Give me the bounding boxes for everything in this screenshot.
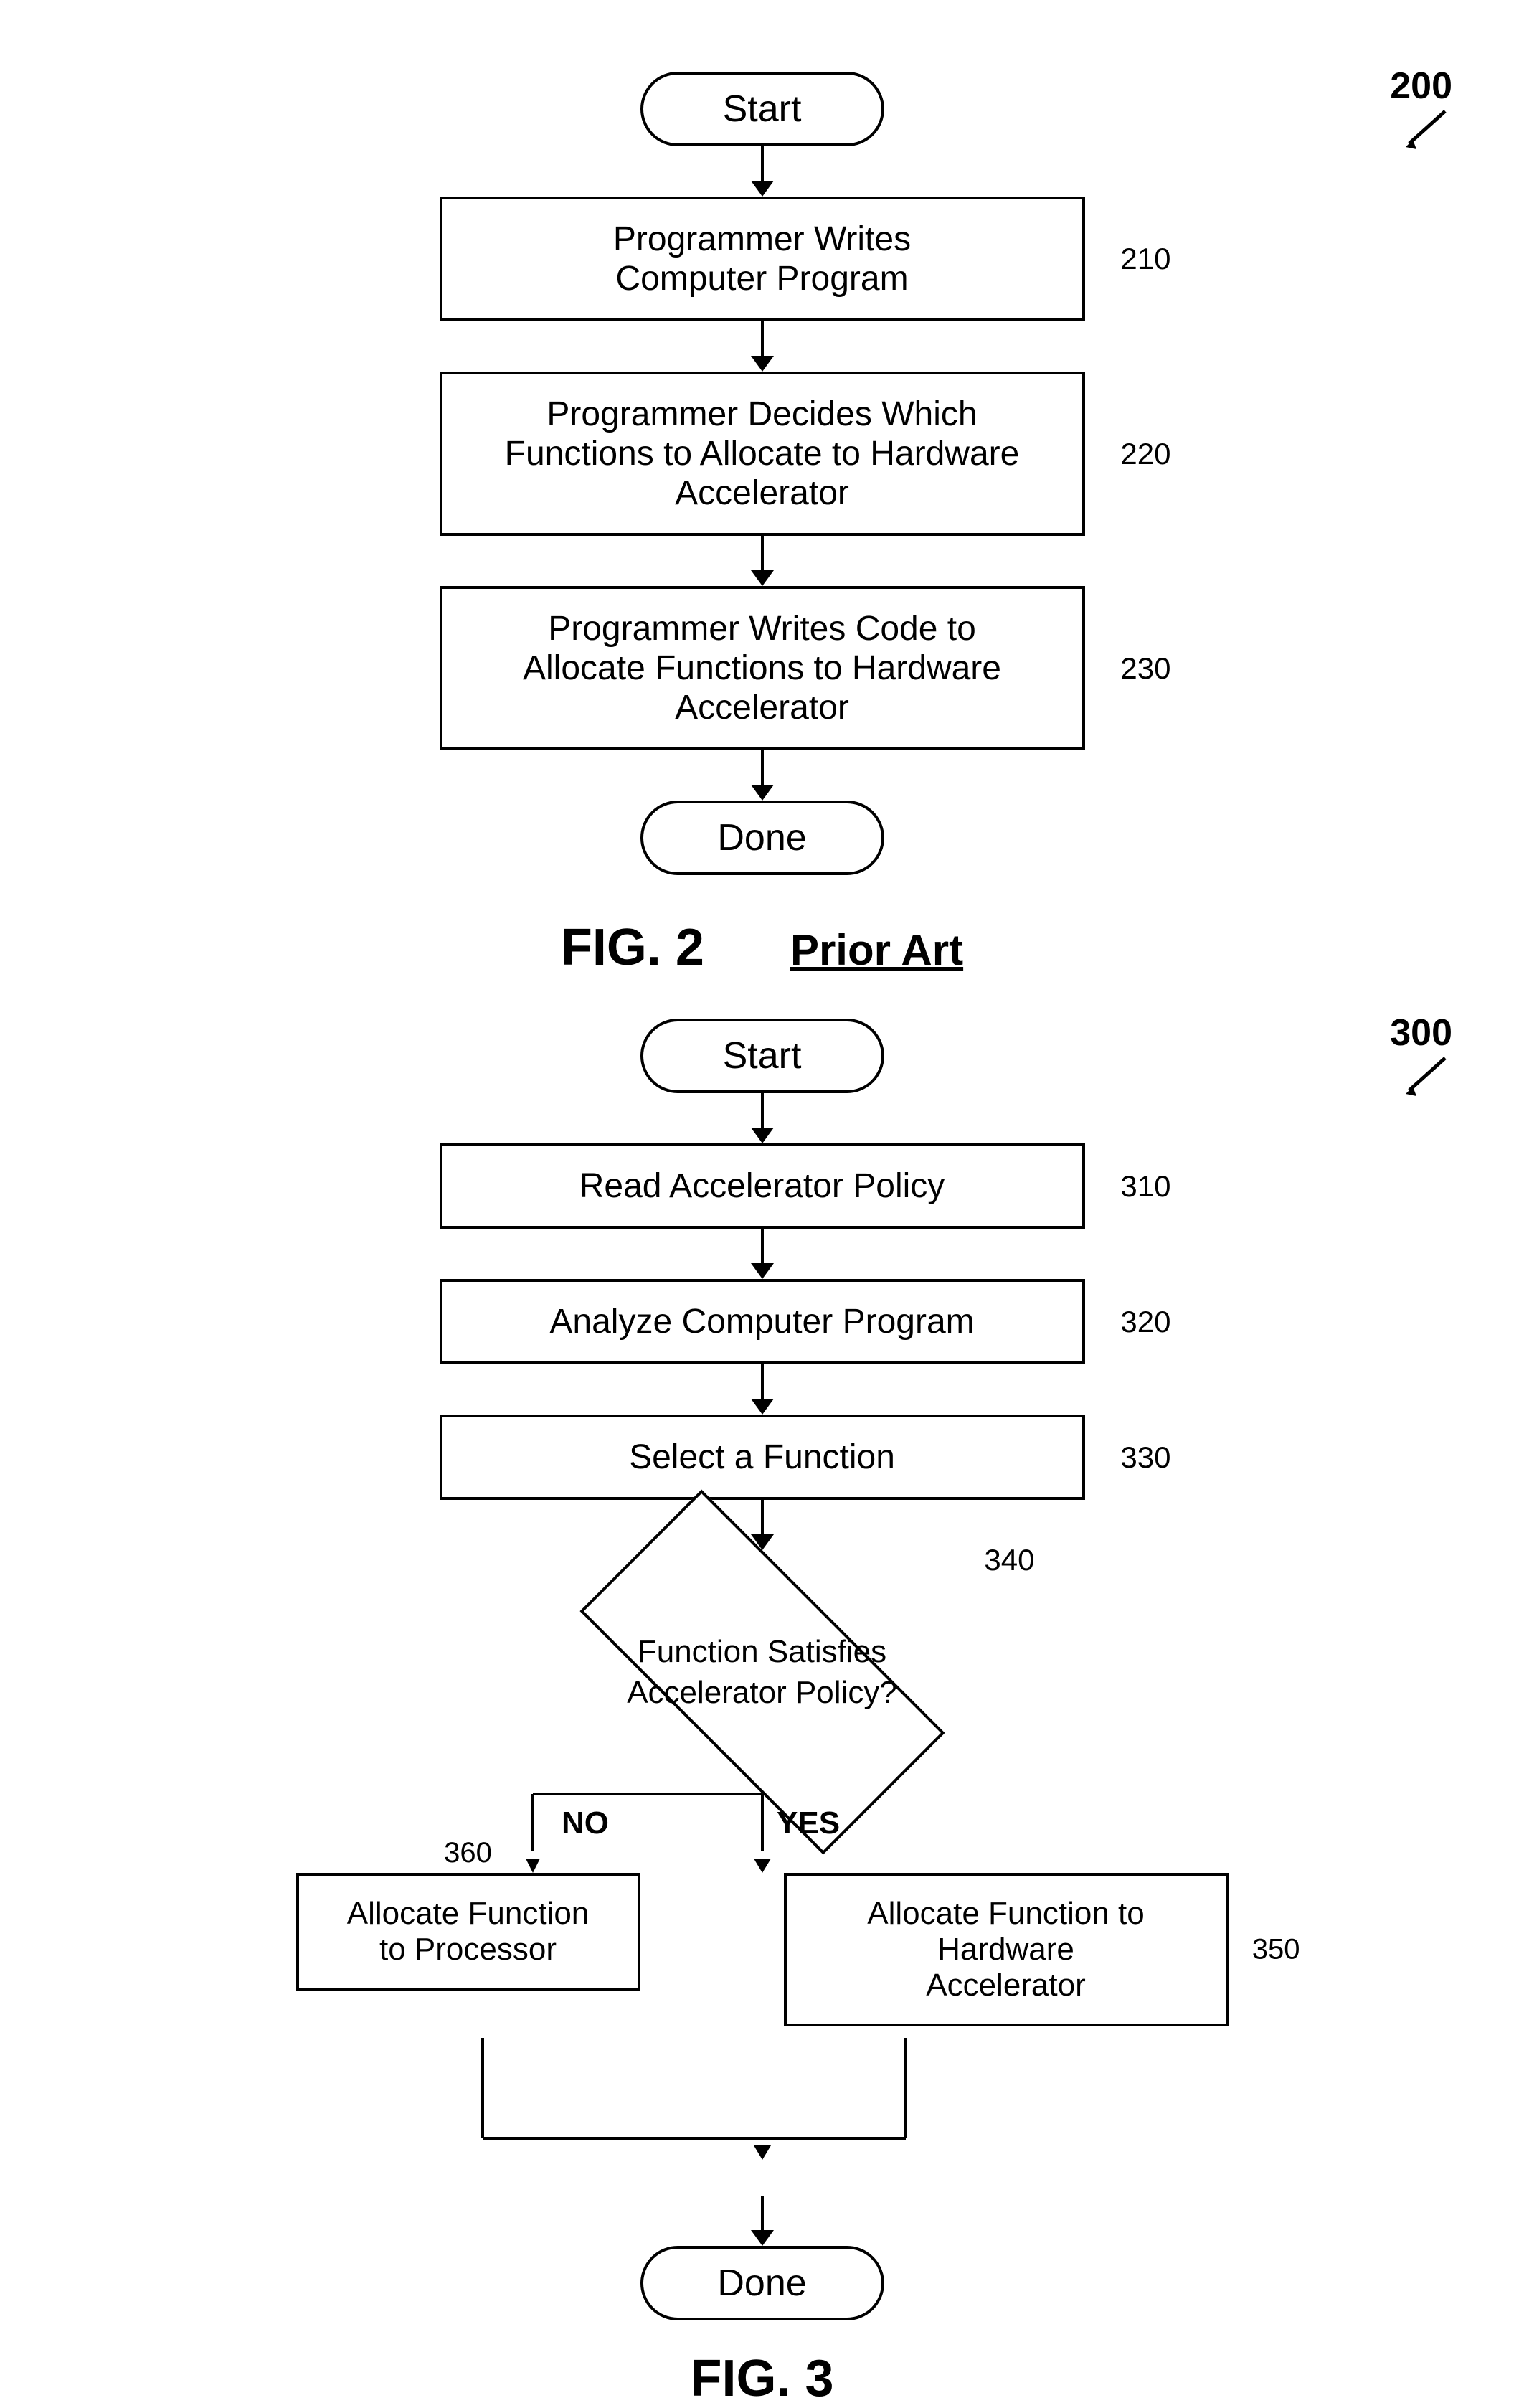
fig3-title: FIG. 3 (690, 2350, 833, 2407)
fig2-arrow-icon (1402, 108, 1452, 151)
fig3-branch-area: NO YES 360 (260, 1794, 1264, 2196)
fig3-step320-label: 320 (1120, 1305, 1170, 1339)
fig3-step360-num: 360 (444, 1837, 492, 1869)
fig3-step310-wrapper: Read Accelerator Policy 310 (440, 1143, 1085, 1229)
fig3-right-branch: Allocate Function to Hardware Accelerato… (784, 1873, 1229, 2026)
fig2-arrow-1 (751, 146, 774, 197)
fig2-arrow-2 (751, 321, 774, 372)
fig2-title: FIG. 2 (561, 918, 704, 977)
fig3-step330-wrapper: Select a Function 330 (440, 1415, 1085, 1500)
fig3-done-wrapper: Done (640, 2246, 884, 2320)
fig3-arrow-3 (751, 1364, 774, 1415)
fig2-done-wrapper: Done (640, 801, 884, 875)
fig2-start-wrapper: Start (640, 72, 884, 146)
fig3-ref-number: 300 (1390, 1011, 1452, 1054)
fig3-done: Done (640, 2246, 884, 2320)
fig3-step330: Select a Function (440, 1415, 1085, 1500)
fig2-arrow-3 (751, 536, 774, 586)
fig2-done: Done (640, 801, 884, 875)
fig3-step330-label: 330 (1120, 1440, 1170, 1475)
fig2-step220-label: 220 (1120, 437, 1170, 471)
fig3-step320-wrapper: Analyze Computer Program 320 (440, 1279, 1085, 1364)
fig3-flowchart: Start Read Accelerator Policy 310 Analyz… (0, 990, 1524, 2408)
fig2-step210-label: 210 (1120, 242, 1170, 276)
fig3-step360: Allocate Function to Processor (296, 1873, 640, 1991)
fig3-step320: Analyze Computer Program (440, 1279, 1085, 1364)
fig3-step350: Allocate Function to Hardware Accelerato… (784, 1873, 1229, 2026)
fig3-arrow-5 (751, 2196, 774, 2246)
fig2-step210: Programmer Writes Computer Program (440, 197, 1085, 321)
fig2-step220-wrapper: Programmer Decides Which Functions to Al… (440, 372, 1085, 536)
fig2-step210-wrapper: Programmer Writes Computer Program 210 (440, 197, 1085, 321)
page: 200 Start Programmer Writes Computer Pro… (0, 0, 1524, 2038)
fig2-step230: Programmer Writes Code to Allocate Funct… (440, 586, 1085, 750)
fig3-step350-num: 350 (1252, 1934, 1300, 1966)
fig2-arrow-4 (751, 750, 774, 801)
fig3-container: 300 Start Read Accelerator Policy 310 (0, 990, 1524, 2408)
fig2-flowchart: Start Programmer Writes Computer Program… (0, 43, 1524, 977)
fig3-start: Start (640, 1019, 884, 1093)
fig3-start-wrapper: Start (640, 1019, 884, 1093)
fig3-diamond-label: 340 (984, 1543, 1034, 1577)
fig2-step230-label: 230 (1120, 651, 1170, 686)
fig2-container: 200 Start Programmer Writes Computer Pro… (0, 43, 1524, 977)
fig2-step220: Programmer Decides Which Functions to Al… (440, 372, 1085, 536)
fig3-arrow-icon (1402, 1054, 1452, 1097)
svg-text:NO: NO (562, 1805, 609, 1841)
fig3-arrow-2 (751, 1229, 774, 1279)
prior-art-label: Prior Art (790, 925, 963, 975)
fig2-ref-number: 200 (1390, 65, 1452, 108)
fig3-step310: Read Accelerator Policy (440, 1143, 1085, 1229)
fig3-left-branch: 360 Allocate Function to Processor (296, 1873, 640, 1991)
fig3-arrow-1 (751, 1093, 774, 1143)
fig2-start: Start (640, 72, 884, 146)
svg-text:YES: YES (777, 1805, 840, 1841)
fig2-step230-wrapper: Programmer Writes Code to Allocate Funct… (440, 586, 1085, 750)
fig3-step310-label: 310 (1120, 1169, 1170, 1204)
